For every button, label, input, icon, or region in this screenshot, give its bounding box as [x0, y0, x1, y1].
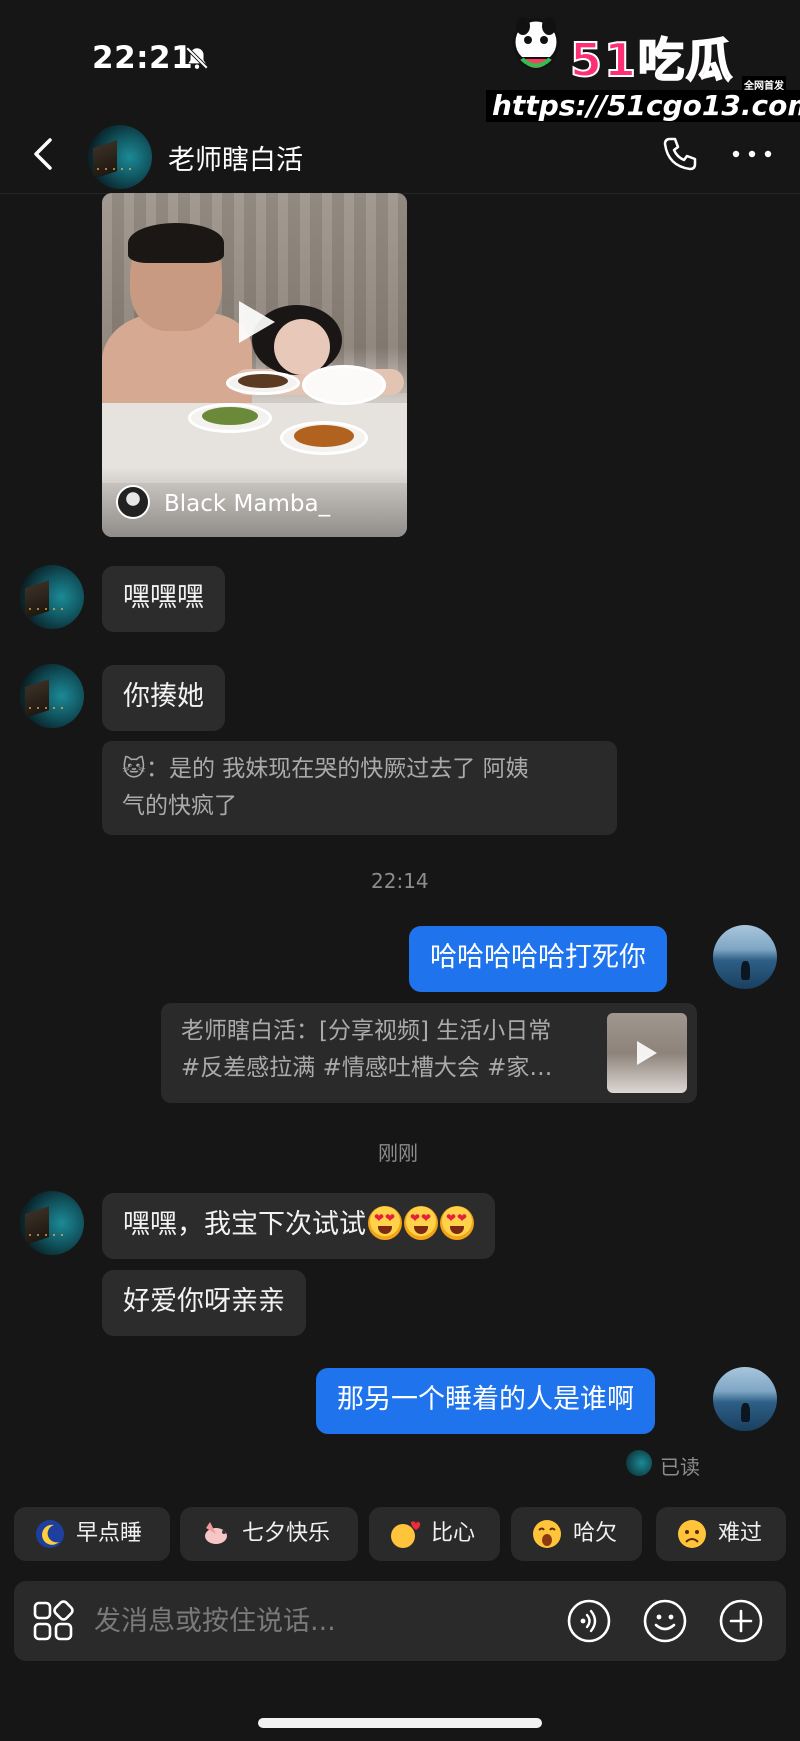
- message-bubble[interactable]: 嘿嘿，我宝下次试试: [102, 1193, 495, 1259]
- quick-reply-chip[interactable]: 七夕快乐: [180, 1507, 358, 1561]
- quick-reply-chip[interactable]: 哈欠: [511, 1507, 642, 1561]
- contact-avatar[interactable]: [20, 1191, 84, 1255]
- quote-text-line: 老师瞎白活：[分享视频] 生活小日常: [181, 1018, 552, 1044]
- quote-video-thumbnail: [607, 1013, 687, 1093]
- quick-reply-chip[interactable]: 早点睡: [14, 1507, 170, 1561]
- contact-avatar[interactable]: [20, 565, 84, 629]
- heart-hand-icon: [391, 1521, 421, 1548]
- more-icon[interactable]: [730, 148, 774, 160]
- video-author-avatar: [116, 485, 150, 519]
- quick-reply-chip[interactable]: 难过: [656, 1507, 786, 1561]
- read-receipt-avatar: [626, 1450, 652, 1476]
- quoted-message[interactable]: 🐱：是的 我妹现在哭的快厥过去了 阿姨 气的快疯了: [102, 741, 617, 835]
- quick-reply-chip[interactable]: 比心: [369, 1507, 500, 1561]
- sad-face-icon: [678, 1520, 706, 1548]
- quoted-video-message[interactable]: 老师瞎白活：[分享视频] 生活小日常 #反差感拉满 #情感吐槽大会 #家…: [161, 1003, 697, 1103]
- read-status: 已读: [660, 1455, 700, 1479]
- message-bubble[interactable]: 你揍她: [102, 665, 225, 731]
- heart-eyes-emoji-icon: [404, 1205, 438, 1240]
- play-icon[interactable]: [235, 297, 279, 347]
- contact-avatar[interactable]: [88, 125, 152, 189]
- voice-icon[interactable]: [566, 1598, 612, 1644]
- contact-name[interactable]: 老师瞎白活: [168, 138, 303, 177]
- bird-icon: [205, 1522, 227, 1544]
- message-bubble[interactable]: 嘿嘿嘿: [102, 566, 225, 632]
- heart-eyes-emoji-icon: [440, 1205, 474, 1240]
- timestamp: 刚刚: [378, 1141, 418, 1165]
- chat-header: 老师瞎白活: [0, 116, 800, 196]
- yawn-icon: [533, 1520, 561, 1548]
- quote-text-line: 气的快疯了: [122, 793, 237, 819]
- quote-text-line: #反差感拉满 #情感吐槽大会 #家…: [181, 1055, 553, 1081]
- home-indicator[interactable]: [258, 1718, 542, 1728]
- my-message-bubble[interactable]: 哈哈哈哈哈打死你: [409, 926, 667, 992]
- quick-reply-label: 早点睡: [76, 1521, 143, 1546]
- my-avatar[interactable]: [713, 1367, 777, 1431]
- quick-reply-label: 比心: [431, 1521, 476, 1546]
- message-input-bar: [14, 1581, 786, 1661]
- plus-icon[interactable]: [718, 1598, 764, 1644]
- phone-icon[interactable]: [660, 134, 700, 174]
- quick-reply-label: 七夕快乐: [242, 1521, 331, 1546]
- message-text: 嘿嘿，我宝下次试试: [123, 1209, 366, 1240]
- apps-icon[interactable]: [32, 1600, 74, 1642]
- shared-video-card[interactable]: Black Mamba_: [102, 193, 407, 537]
- play-icon: [637, 1041, 657, 1065]
- my-message-bubble[interactable]: 那另一个睡着的人是谁啊: [316, 1368, 655, 1434]
- emoji-picker-icon[interactable]: [642, 1598, 688, 1644]
- timestamp: 22:14: [371, 869, 429, 893]
- video-author-name: Black Mamba_: [164, 491, 331, 517]
- heart-eyes-emoji-icon: [368, 1205, 402, 1240]
- message-bubble[interactable]: 好爱你呀亲亲: [102, 1270, 306, 1336]
- watermark: 51吃瓜 全网首发 https://51cgo13.com: [486, 10, 800, 122]
- message-input[interactable]: [94, 1591, 534, 1651]
- bell-off-icon: [185, 46, 209, 70]
- quick-reply-label: 难过: [718, 1521, 763, 1546]
- moon-icon: [36, 1520, 64, 1548]
- back-icon[interactable]: [28, 134, 58, 174]
- quick-reply-label: 哈欠: [573, 1521, 618, 1546]
- watermark-mascot-icon: [512, 17, 560, 70]
- status-time: 22:21: [92, 40, 194, 76]
- watermark-brand: 51吃瓜: [569, 32, 735, 88]
- contact-avatar[interactable]: [20, 664, 84, 728]
- quote-text-line: 🐱：是的 我妹现在哭的快厥过去了 阿姨: [122, 756, 529, 782]
- my-avatar[interactable]: [713, 925, 777, 989]
